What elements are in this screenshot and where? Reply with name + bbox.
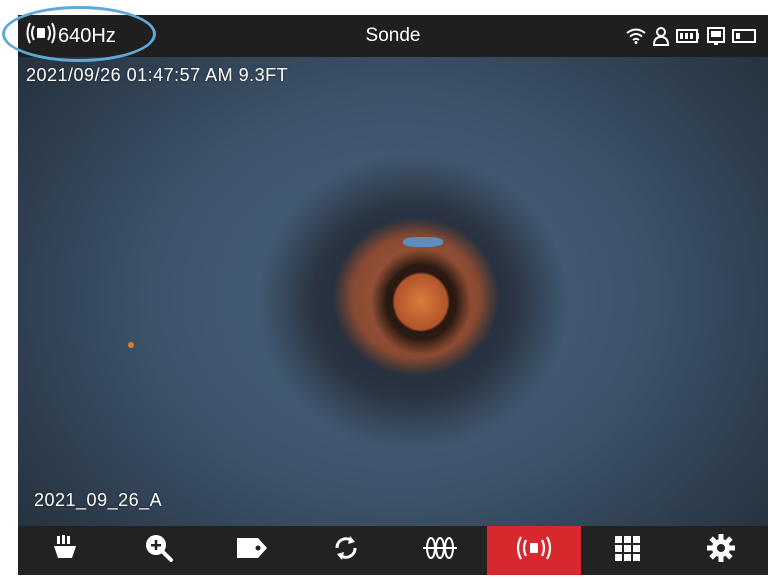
settings-button[interactable] <box>674 526 768 575</box>
grid-icon <box>613 534 641 567</box>
light-button[interactable] <box>18 526 112 575</box>
water-reflection <box>403 237 443 247</box>
bottom-toolbar <box>18 526 768 575</box>
camera-feed: 2021/09/26 01:47:57 AM 9.3FT 2021_09_26_… <box>18 57 768 526</box>
meter-counter-button[interactable] <box>393 526 487 575</box>
battery-icon <box>676 28 700 44</box>
debris-speck <box>128 342 134 348</box>
zoom-button[interactable] <box>112 526 206 575</box>
rotate-icon <box>332 534 360 567</box>
settings-icon <box>706 533 736 568</box>
grid-button[interactable] <box>581 526 675 575</box>
storage-icon <box>706 26 726 46</box>
wifi-icon <box>626 28 646 44</box>
timestamp-overlay: 2021/09/26 01:47:57 AM 9.3FT <box>26 65 289 85</box>
sonde-icon <box>516 535 552 566</box>
status-icons <box>626 15 756 57</box>
frequency-highlight-ring <box>2 6 156 62</box>
user-icon <box>652 26 670 46</box>
light-icon <box>52 534 78 567</box>
filename-overlay: 2021_09_26_A <box>34 490 163 510</box>
tag-icon <box>236 536 268 565</box>
meter-counter-icon <box>422 535 458 566</box>
inspection-screen: 640Hz Sonde 2021/09/26 01:47:57 AM 9.3FT… <box>18 15 768 575</box>
rotate-button[interactable] <box>299 526 393 575</box>
tag-button[interactable] <box>206 526 300 575</box>
zoom-in-icon <box>144 533 174 568</box>
sonde-button[interactable] <box>486 526 581 575</box>
card-icon <box>732 28 756 44</box>
